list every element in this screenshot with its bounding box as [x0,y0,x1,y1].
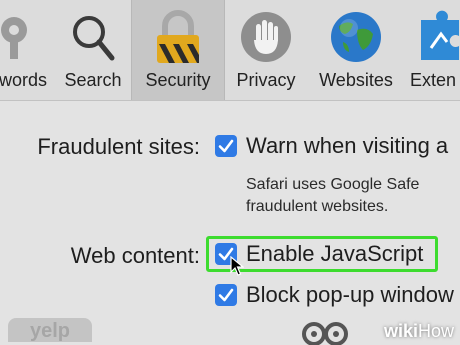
warn-fraudulent-checkbox[interactable] [215,135,237,157]
tab-label: Websites [319,70,393,90]
background-owl-icon [302,322,348,345]
warn-description-line2: fraudulent websites. [246,198,389,215]
background-logo: yelp [8,318,92,342]
tab-label: words [0,70,47,90]
tab-websites[interactable]: Websites [308,0,404,100]
warn-fraudulent-option[interactable]: Warn when visiting a [246,133,448,159]
block-popups-option[interactable]: Block pop-up window [246,282,454,308]
tab-passwords[interactable]: words [0,0,56,100]
tab-label: Exten [410,70,457,90]
checkmark-icon [218,139,234,153]
tab-extensions[interactable]: Exten [404,0,460,100]
preferences-toolbar: words Search Security Privacy Websites E… [0,0,460,101]
watermark-part1: wiki [383,321,418,341]
web-content-label: Web content: [70,243,200,268]
wikihow-watermark: wikiHow [384,321,454,342]
watermark-part2: How [417,321,454,341]
globe-icon [327,8,385,66]
tab-privacy[interactable]: Privacy [226,0,306,100]
lock-icon [149,8,207,66]
puzzle-icon [411,8,460,66]
mouse-pointer-icon [230,256,244,276]
fraudulent-sites-label: Fraudulent sites: [37,134,200,159]
tab-search[interactable]: Search [56,0,130,100]
warn-description-line1: Safari uses Google Safe [246,176,420,193]
key-icon [0,8,52,66]
block-popups-checkbox[interactable] [215,284,237,306]
tab-label: Security [145,70,211,90]
hand-icon [237,8,295,66]
magnifier-icon [64,8,122,66]
enable-javascript-option[interactable]: Enable JavaScript [246,241,423,267]
tab-label: Search [64,70,122,90]
checkmark-icon [218,288,234,302]
tab-security[interactable]: Security [131,0,225,100]
tab-label: Privacy [236,70,296,90]
